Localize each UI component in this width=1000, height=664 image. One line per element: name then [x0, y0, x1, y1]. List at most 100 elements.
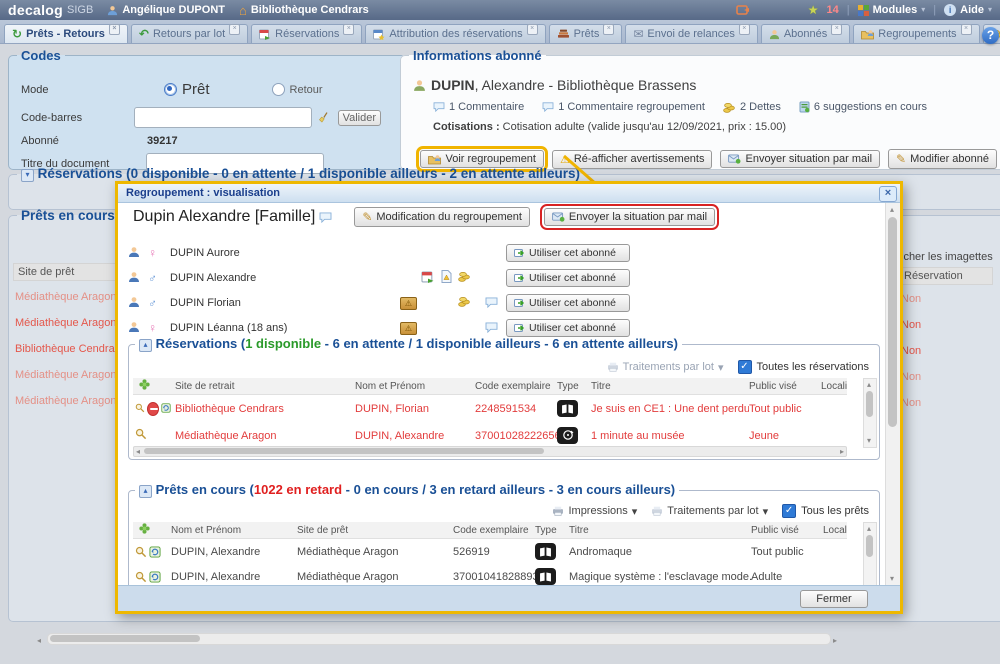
pret-radio[interactable] [164, 83, 177, 96]
comment-icon[interactable] [485, 297, 498, 308]
modal-close-button[interactable]: × [879, 186, 897, 202]
col-titre[interactable]: Titre [591, 381, 749, 392]
comment-icon[interactable] [319, 212, 332, 223]
commentaire-regroupement-badge[interactable]: 1 Commentaire regroupement [542, 101, 705, 113]
batch-select-icon[interactable] [139, 523, 150, 534]
reservation-row[interactable]: Médiathèque Aragon DUPIN, Alexandre 3700… [133, 422, 847, 449]
reservations-horizontal-scrollbar[interactable]: ◂ ▸ [133, 446, 847, 457]
code-barres-input[interactable] [134, 107, 312, 128]
col-site-pret[interactable]: Site de prêt [297, 525, 453, 536]
cancel-reservation-icon[interactable] [147, 402, 159, 416]
utiliser-abonne-button[interactable]: Utiliser cet abonné [506, 244, 630, 262]
tab-close-icon[interactable]: × [961, 24, 972, 35]
reservations-vertical-scrollbar[interactable]: ▴ ▾ [863, 378, 877, 448]
tab-attribution-reservations[interactable]: Attribution des réservations × [365, 24, 545, 43]
bg-site-pret-header[interactable]: Site de prêt [13, 263, 123, 281]
col-localisation[interactable]: Localis [821, 381, 847, 392]
col-site-retrait[interactable]: Site de retrait [175, 381, 355, 392]
prets-vertical-scrollbar[interactable]: ▴ [863, 522, 877, 590]
transfer-icon[interactable] [161, 402, 171, 414]
suggestions-badge[interactable]: 6 suggestions en cours [799, 101, 927, 113]
tab-close-icon[interactable]: × [831, 24, 842, 35]
utiliser-abonne-button[interactable]: Utiliser cet abonné [506, 294, 630, 312]
scroll-right-icon[interactable]: ▸ [840, 448, 844, 456]
retour-radio[interactable] [272, 83, 285, 96]
col-type[interactable]: Type [557, 381, 591, 392]
checkbox-checked-icon[interactable]: ✓ [782, 504, 796, 518]
renew-icon[interactable] [149, 546, 161, 558]
batch-select-icon[interactable] [139, 379, 150, 390]
col-public-vise[interactable]: Public visé [749, 381, 821, 392]
tab-retours-par-lot[interactable]: ↶ Retours par lot × [131, 24, 248, 43]
renew-icon[interactable] [149, 571, 161, 583]
utiliser-abonne-button[interactable]: Utiliser cet abonné [506, 319, 630, 337]
bg-horizontal-scrollbar[interactable] [47, 633, 831, 645]
modal-vertical-scrollbar[interactable]: ▴ ▾ [885, 203, 900, 586]
tab-close-icon[interactable]: × [343, 24, 354, 35]
aide-menu[interactable]: i Aide ▾ [944, 4, 992, 16]
pret-row[interactable]: DUPIN, Alexandre Médiathèque Aragon 5269… [133, 539, 847, 564]
scroll-left-icon[interactable]: ◂ [37, 637, 41, 645]
tab-close-icon[interactable]: × [739, 24, 750, 35]
tab-close-icon[interactable]: × [603, 24, 614, 35]
col-public-vise[interactable]: Public visé [751, 525, 823, 536]
bg-reservation-header[interactable]: Réservation [899, 267, 993, 285]
mode-retour-option[interactable]: Retour [272, 83, 323, 96]
fermer-button[interactable]: Fermer [800, 590, 868, 608]
detail-magnifier-icon[interactable] [135, 546, 147, 558]
tab-prets-retours[interactable]: ↻ Prêts - Retours × [4, 24, 128, 43]
scroll-down-icon[interactable]: ▾ [867, 437, 871, 445]
col-nom-prenom[interactable]: Nom et Prénom [355, 381, 475, 392]
tab-abonnes[interactable]: Abonnés × [761, 24, 850, 43]
favorites-star-icon[interactable]: ★ [808, 4, 819, 16]
detail-magnifier-icon[interactable] [135, 402, 145, 414]
tab-close-icon[interactable]: × [527, 24, 538, 35]
checkbox-checked-icon[interactable]: ✓ [738, 360, 752, 374]
valider-button[interactable]: Valider [338, 110, 381, 126]
member-name: DUPIN Aurore [170, 247, 240, 259]
collapse-toggle-icon[interactable]: ▴ [139, 485, 152, 498]
mode-pret-option[interactable]: Prêt [164, 81, 210, 98]
traitements-par-lot-menu[interactable]: Traitements par lot ▾ [651, 505, 768, 518]
detail-magnifier-icon[interactable] [135, 571, 147, 583]
col-titre[interactable]: Titre [569, 525, 751, 536]
col-type[interactable]: Type [535, 525, 569, 536]
modules-menu[interactable]: Modules ▾ [858, 4, 926, 16]
current-user[interactable]: Angélique DUPONT [107, 4, 225, 16]
tab-prets[interactable]: Prêts × [549, 24, 623, 43]
detail-magnifier-icon[interactable] [135, 428, 147, 440]
tab-close-icon[interactable]: × [109, 24, 120, 35]
col-code-exemplaire[interactable]: Code exemplaire [453, 525, 535, 536]
scroll-up-icon[interactable]: ▴ [867, 381, 871, 389]
collapse-toggle-icon[interactable]: ▴ [139, 339, 152, 352]
scroll-right-icon[interactable]: ▸ [833, 637, 837, 645]
scroll-down-icon[interactable]: ▾ [890, 575, 894, 583]
modal-titlebar[interactable]: Regroupement : visualisation [118, 184, 900, 203]
comment-icon[interactable] [485, 322, 498, 333]
notification-icon[interactable] [736, 4, 750, 16]
current-site[interactable]: ⌂ Bibliothèque Cendrars [239, 4, 369, 17]
utiliser-abonne-button[interactable]: Utiliser cet abonné [506, 269, 630, 287]
scroll-up-icon[interactable]: ▴ [890, 206, 894, 214]
commentaire-badge[interactable]: 1 Commentaire [433, 101, 524, 113]
help-button[interactable]: ? [982, 27, 999, 44]
col-nom-prenom[interactable]: Nom et Prénom [171, 525, 297, 536]
scroll-left-icon[interactable]: ◂ [136, 448, 140, 456]
tab-envoi-relances[interactable]: ✉ Envoi de relances × [625, 24, 758, 43]
tab-close-icon[interactable]: × [229, 24, 240, 35]
collapse-toggle-icon[interactable]: ▾ [21, 169, 34, 182]
tous-les-prets-checkbox[interactable]: ✓ Tous les prêts [782, 504, 869, 518]
envoyer-situation-mail-button[interactable]: Envoyer la situation par mail [544, 208, 715, 226]
reservation-row[interactable]: Bibliothèque Cendrars DUPIN, Florian 224… [133, 395, 847, 422]
dettes-badge[interactable]: 2 Dettes [723, 101, 781, 113]
modification-regroupement-button[interactable]: ✎ Modification du regroupement [354, 207, 530, 227]
traitements-par-lot-menu[interactable]: Traitements par lot ▾ [607, 361, 724, 374]
impressions-menu[interactable]: Impressions ▾ [552, 505, 637, 518]
toutes-reservations-checkbox[interactable]: ✓ Toutes les réservations [738, 360, 870, 374]
clear-broom-icon[interactable] [318, 111, 330, 124]
col-localisation[interactable]: Localisation [823, 525, 847, 536]
col-code-exemplaire[interactable]: Code exemplaire [475, 381, 557, 392]
tab-regroupements[interactable]: Regroupements × [853, 24, 979, 43]
tab-reservations[interactable]: Réservations × [251, 24, 362, 43]
scroll-up-icon[interactable]: ▴ [867, 525, 871, 533]
